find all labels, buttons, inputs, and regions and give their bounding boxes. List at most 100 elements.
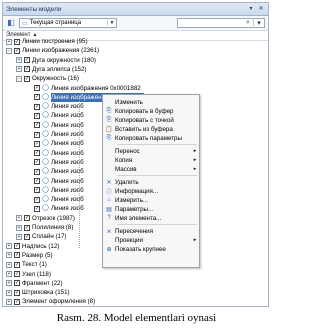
visibility-checkbox[interactable]: ✓ [24,75,30,82]
tree-row[interactable]: + ✓ Узел (118) [6,270,51,279]
search-icon[interactable]: ⌕ [243,19,253,27]
menu-item-label: Копировать параметры [115,134,182,142]
menu-chevron-icon[interactable]: ▾ [254,19,264,27]
visibility-checkbox[interactable]: ✓ [34,150,40,157]
collapse-icon[interactable]: − [6,47,12,54]
tree-row[interactable]: ✓ ◯ Линия изоб [26,158,84,167]
visibility-checkbox[interactable]: ✓ [14,280,20,287]
expand-icon[interactable]: + [6,289,12,296]
tree-row[interactable]: + ✓ Штриховка (151) [6,288,70,297]
context-menu-item[interactable]: ⊕ Показать крупнее [103,245,199,253]
visibility-checkbox[interactable]: ✓ [34,168,40,175]
visibility-checkbox[interactable]: ✓ [14,47,20,54]
expand-icon[interactable]: + [6,271,12,277]
expand-icon[interactable]: + [6,261,12,268]
visibility-checkbox[interactable]: ✓ [24,66,30,73]
visibility-checkbox[interactable]: ✓ [34,178,40,184]
search-input[interactable]: ⌕ ▾ [177,18,265,28]
visibility-checkbox[interactable]: ✓ [24,57,30,64]
expand-icon[interactable]: + [16,57,22,64]
visibility-checkbox[interactable]: ✓ [34,196,40,203]
context-menu-item[interactable]: ⎘ Копировать параметры [103,134,199,142]
close-icon[interactable]: ✕ [257,6,265,13]
tree-row[interactable]: ✓ ◯ Линия изоб [26,204,84,213]
tree-row[interactable]: − ✓ Линии изображения (2361) [6,46,99,55]
visibility-checkbox[interactable]: ✓ [14,252,20,259]
tree-row[interactable]: ✓ ◯ Линия изоб [26,186,84,195]
context-menu-item[interactable]: ⎘ Копировать с точкой [103,116,199,124]
context-menu-item[interactable]: ⨯ Пересечения [103,227,199,235]
tree-row[interactable]: ✓ ◯ Линия изоб [26,121,84,130]
visibility-checkbox[interactable]: ✓ [24,224,30,231]
tree-row[interactable]: + ✓ Полилиния (8) [16,223,73,232]
tree-row[interactable]: ✓ ◯ Линия изображения 0x0001882 [26,84,141,93]
expand-icon[interactable]: + [16,66,22,73]
tree-row[interactable]: + ✓ Дуга эллипса (152) [16,65,86,74]
tree-row[interactable]: ✓ ◯ Линия изоб [26,130,84,139]
expand-icon[interactable]: + [6,243,12,250]
expand-icon[interactable]: + [16,215,22,222]
circle-object-icon: ◯ [42,205,49,212]
expand-icon[interactable]: + [6,252,12,259]
visibility-checkbox[interactable]: ✓ [14,38,20,45]
tree-row[interactable]: ✓ ◯ Линия изоб [26,102,84,111]
context-menu-item[interactable]: ✕ Удалить [103,178,199,186]
visibility-checkbox[interactable]: ✓ [14,261,20,268]
tree-row[interactable]: + ✓ Элемент оформления (8) [6,297,95,306]
tree-row[interactable]: − ✓ Окружность (16) [16,74,79,83]
tree-row[interactable]: ✓ ◯ Линия изоб [26,149,84,158]
tree-row[interactable]: + ✓ Размер (5) [6,251,53,260]
context-menu-item[interactable]: Изменить [103,98,199,106]
visibility-checkbox[interactable]: ✓ [34,103,40,110]
tree-row[interactable]: ✓ ◯ Линия изоб [26,111,84,120]
expand-icon[interactable]: + [6,38,12,45]
tree-row[interactable]: ✓ ◯ Линия изоб [26,139,84,148]
visibility-checkbox[interactable]: ✓ [14,243,20,250]
context-menu-item[interactable]: 📋 Вставить из буфера [103,125,199,133]
collapse-icon[interactable]: − [16,75,22,82]
context-menu-item[interactable]: Копия ▸ [103,156,199,164]
context-menu-item[interactable]: ⎘ Копировать в буфер [103,107,199,115]
tree-row[interactable]: + ✓ Отрезок (1987) [16,214,75,223]
hide-show-icon[interactable]: ◧ [6,18,16,28]
context-menu-item[interactable]: Проекции ▸ [103,236,199,244]
tree-row[interactable]: + ✓ Линии построения (95) [6,37,88,46]
visibility-checkbox[interactable]: ✓ [24,215,30,222]
context-menu-item[interactable]: ▤ Параметры... [103,205,199,213]
filter-combo[interactable]: ▭ Текущая страница ▼ [19,18,117,28]
pin-icon[interactable]: ▾ [247,6,255,13]
expand-icon[interactable]: + [6,298,12,305]
tree-row[interactable]: + ✓ Фрагмент (22) [6,279,63,288]
visibility-checkbox[interactable]: ✓ [34,94,40,101]
visibility-checkbox[interactable]: ✓ [34,122,40,129]
visibility-checkbox[interactable]: ✓ [14,289,20,296]
expand-icon[interactable]: + [16,224,22,231]
context-menu-item[interactable]: ⓘ Информация... [103,187,199,196]
tree-row[interactable]: + ✓ Сплайн (17) [16,232,66,241]
visibility-checkbox[interactable]: ✓ [14,271,20,277]
tree-row[interactable]: + ✓ Надпись (12) [6,242,59,251]
visibility-checkbox[interactable]: ✓ [34,112,40,119]
name-icon: ? [107,215,111,221]
paste-icon: 📋 [105,126,113,133]
visibility-checkbox[interactable]: ✓ [34,131,40,138]
tree-row[interactable]: ✓ ◯ Линия изоб [26,167,84,176]
context-menu-item[interactable]: Перенос ▸ [103,147,199,155]
tree-row[interactable]: + ✓ Дуга окружности (180) [16,56,96,65]
context-menu-item[interactable]: Массив ▸ [103,165,199,173]
tree-row[interactable]: ✓ ◯ Линия изоб [26,177,84,186]
tree-row[interactable]: ✓ ◯ Линия изоб [26,195,84,204]
tree-row[interactable]: + ✓ Текст (1) [6,260,47,269]
visibility-checkbox[interactable]: ✓ [24,233,30,240]
visibility-checkbox[interactable]: ✓ [34,140,40,147]
visibility-checkbox[interactable]: ✓ [14,298,20,305]
context-menu-item[interactable]: ? Имя элемента... [103,214,199,222]
visibility-checkbox[interactable]: ✓ [34,187,40,194]
chevron-down-icon[interactable]: ▼ [107,20,116,26]
expand-icon[interactable]: + [6,280,12,287]
context-menu-item[interactable]: ⌂ Измерить... [103,196,199,204]
expand-icon[interactable]: + [16,233,22,240]
visibility-checkbox[interactable]: ✓ [34,205,40,212]
visibility-checkbox[interactable]: ✓ [34,159,40,166]
visibility-checkbox[interactable]: ✓ [34,85,40,91]
